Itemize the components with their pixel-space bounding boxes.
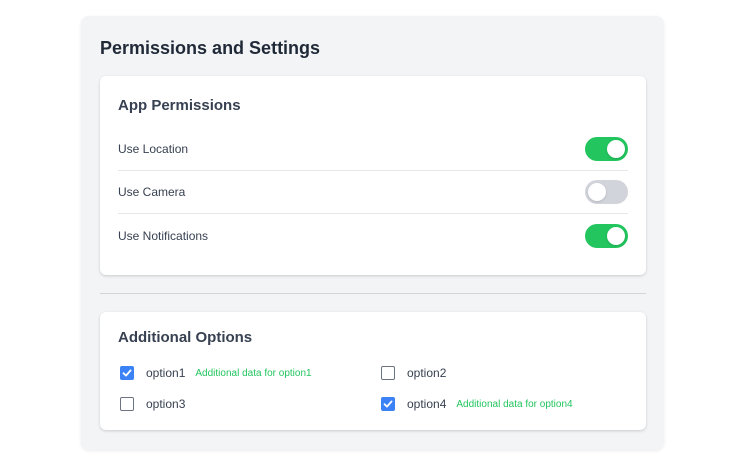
option3-checkbox[interactable] xyxy=(120,397,134,411)
toggle-knob xyxy=(607,140,625,158)
option2-label: option2 xyxy=(407,366,447,380)
page-title: Permissions and Settings xyxy=(100,38,321,58)
option1-checkbox[interactable] xyxy=(120,366,134,380)
option4-checkbox[interactable] xyxy=(381,397,395,411)
app-permissions-card: App Permissions Use Location Use Camera … xyxy=(100,76,646,275)
app-permissions-title: App Permissions xyxy=(118,97,241,114)
option1-label: option1 xyxy=(146,366,186,380)
option1-extra: Additional data for option1 xyxy=(195,367,312,379)
notifications-toggle[interactable] xyxy=(585,223,628,248)
permission-label-location: Use Location xyxy=(118,142,189,156)
additional-options-card: Additional Options option1 Additional da… xyxy=(100,312,646,430)
option2-checkbox[interactable] xyxy=(381,366,395,380)
settings-panel: Permissions and Settings App Permissions… xyxy=(81,16,664,450)
permission-row-camera: Use Camera xyxy=(118,171,628,214)
camera-toggle[interactable] xyxy=(585,180,628,204)
permission-label-notifications: Use Notifications xyxy=(118,228,209,243)
option4-extra: Additional data for option4 xyxy=(456,398,573,410)
option-item-1: option1 Additional data for option1 xyxy=(120,364,312,382)
permission-row-notifications: Use Notifications xyxy=(118,214,628,257)
option-item-4: option4 Additional data for option4 xyxy=(381,395,573,413)
additional-options-title: Additional Options xyxy=(118,329,253,346)
checkmark-icon xyxy=(383,400,393,408)
option-item-3: option3 xyxy=(120,395,195,413)
option4-label: option4 xyxy=(407,397,447,411)
toggle-knob xyxy=(607,226,625,245)
option-item-2: option2 xyxy=(381,364,456,382)
location-toggle[interactable] xyxy=(585,137,628,161)
toggle-knob xyxy=(588,183,606,201)
option3-label: option3 xyxy=(146,397,186,411)
section-divider xyxy=(100,293,646,294)
permission-row-location: Use Location xyxy=(118,128,628,171)
permission-label-camera: Use Camera xyxy=(118,185,186,199)
checkmark-icon xyxy=(122,369,132,377)
